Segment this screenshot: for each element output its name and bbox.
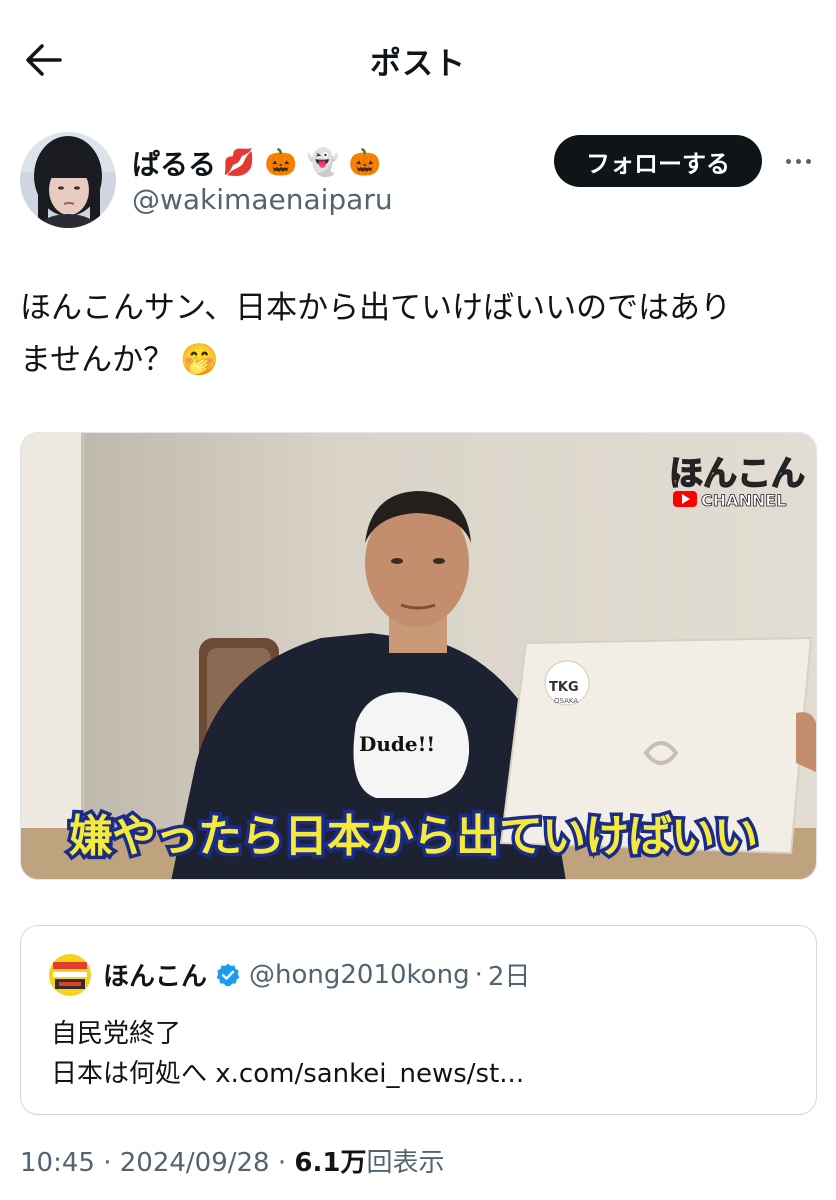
jack-o-lantern-icon: 🎃 [348, 148, 382, 178]
channel-logo-subtext: CHANNEL [701, 491, 786, 510]
author-avatar[interactable] [20, 132, 116, 228]
tweet-time[interactable]: 10:45 [20, 1148, 95, 1178]
quoted-author-handle[interactable]: @hong2010kong [249, 960, 470, 990]
tweet-text-line-2-body: ませんか？ [20, 342, 175, 378]
channel-logo-text: ほんこん [669, 454, 805, 494]
quoted-tweet-card[interactable]: ほんこん @hong2010kong · 2日 自民党終了 日本は何処へ x.c… [20, 925, 817, 1115]
view-count: 6.1万 [294, 1148, 367, 1178]
more-horizontal-icon [785, 158, 791, 164]
tweet-text-line-1: ほんこんサン、日本から出ていけばいいのではあり [20, 290, 732, 326]
quoted-tweet-text: 自民党終了 日本は何処へ x.com/sankei_news/st... [51, 1014, 524, 1094]
quoted-text-line-1: 自民党終了 [51, 1019, 182, 1049]
author-handle[interactable]: @wakimaenaiparu [132, 183, 393, 216]
kiss-mark-icon: 💋 [222, 148, 256, 178]
ghost-icon: 👻 [306, 148, 340, 178]
quoted-text-line-2: 日本は何処へ x.com/sankei_news/st... [51, 1059, 525, 1089]
page-title: ポスト [370, 46, 466, 82]
hand-over-mouth-icon: 🤭 [180, 342, 219, 378]
meta-separator: · [94, 1148, 120, 1178]
follow-button[interactable]: フォローする [554, 135, 762, 187]
tweet-text: ほんこんサン、日本から出ていけばいいのではあり ませんか？ 🤭 [20, 282, 820, 386]
laptop-sticker-subtext: OSAKA [554, 697, 578, 705]
quoted-tweet-header: ほんこん @hong2010kong · 2日 [103, 956, 530, 993]
video-caption-text: 嫌やったら日本から出ていけばいい [69, 811, 757, 862]
meta-separator: · [269, 1148, 295, 1178]
quoted-separator: · [474, 959, 483, 990]
verified-badge-icon [215, 962, 241, 988]
tweet-text-line-2: ませんか？ 🤭 [20, 334, 820, 386]
author-name-text: ぱるる [132, 148, 217, 181]
quoted-author-name[interactable]: ほんこん [103, 956, 207, 993]
shirt-print-text: Dude!! [359, 732, 435, 756]
tweet-media-image[interactable]: Dude!! TKG OSAKA ほんこん CHANNEL 嫌やったら日本から出… [20, 432, 817, 880]
author-display-name[interactable]: ぱるる 💋 🎃 👻 🎃 [132, 143, 384, 183]
tweet-meta: 10:45 · 2024/09/28 · 6.1万回表示 [20, 1142, 444, 1179]
laptop-sticker-text: TKG [549, 680, 579, 695]
view-count-label: 回表示 [366, 1148, 445, 1178]
more-options-button[interactable] [778, 146, 818, 176]
quoted-author-avatar[interactable] [49, 954, 91, 996]
tweet-date[interactable]: 2024/09/28 [120, 1148, 270, 1178]
top-bar: ポスト [0, 0, 836, 120]
jack-o-lantern-icon: 🎃 [264, 148, 298, 178]
quoted-timestamp[interactable]: 2日 [488, 956, 531, 993]
